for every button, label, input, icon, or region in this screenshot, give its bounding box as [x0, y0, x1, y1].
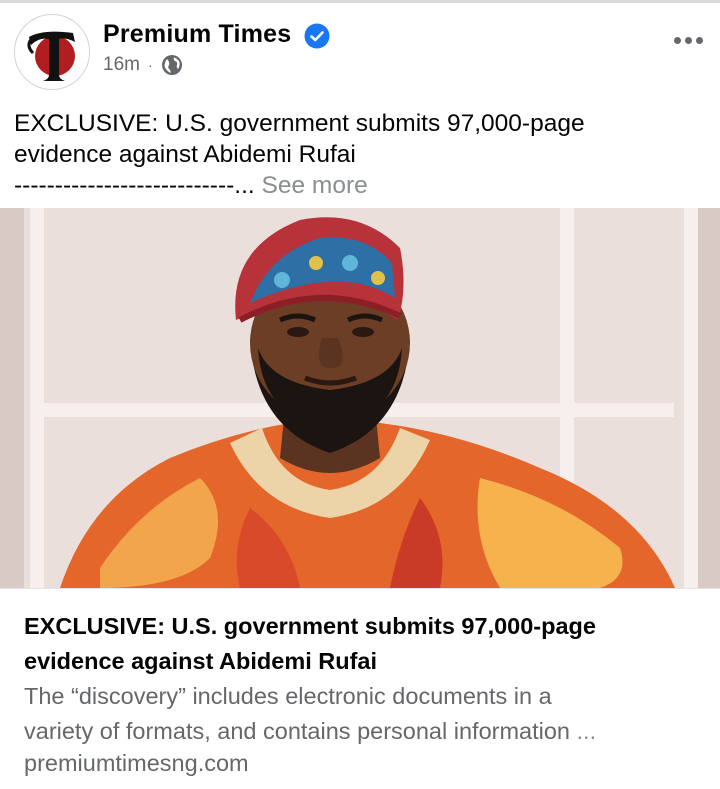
more-dot-icon — [684, 36, 692, 44]
globe-icon[interactable] — [161, 54, 183, 76]
link-preview-description: The “discovery” includes electronic docu… — [24, 679, 694, 749]
post-text-line: evidence against Abidemi Rufai — [14, 141, 356, 168]
page-avatar[interactable] — [14, 14, 90, 90]
premium-times-logo — [16, 16, 89, 89]
post-text: EXCLUSIVE: U.S. government submits 97,00… — [14, 108, 704, 201]
see-more-link[interactable]: See more — [262, 172, 368, 199]
post-meta: 16m · — [103, 53, 183, 77]
post-image[interactable] — [0, 208, 720, 588]
meta-separator: · — [147, 57, 153, 73]
link-preview-domain[interactable]: premiumtimesng.com — [24, 750, 249, 777]
post-text-dashes: ---------------------------... — [14, 172, 255, 199]
description-text: variety of formats, and contains persona… — [24, 718, 570, 744]
description-line: The “discovery” includes electronic docu… — [24, 683, 552, 709]
more-options-icon[interactable] — [668, 26, 708, 54]
post-text-line: EXCLUSIVE: U.S. government submits 97,00… — [14, 110, 585, 137]
link-preview-title[interactable]: EXCLUSIVE: U.S. government submits 97,00… — [24, 609, 694, 679]
more-dot-icon — [673, 36, 681, 44]
description-ellipsis: ... — [570, 718, 597, 744]
description-line: variety of formats, and contains persona… — [24, 714, 694, 749]
post-time[interactable]: 16m — [103, 54, 140, 76]
more-dot-icon — [695, 36, 703, 44]
page-name[interactable]: Premium Times — [103, 20, 291, 49]
post-header: Premium Times 16m · — [0, 0, 720, 100]
post-text-line: ---------------------------... See more — [14, 170, 704, 201]
verified-badge-icon — [304, 23, 330, 49]
portrait-photo — [0, 208, 720, 588]
link-preview[interactable]: EXCLUSIVE: U.S. government submits 97,00… — [0, 588, 720, 789]
